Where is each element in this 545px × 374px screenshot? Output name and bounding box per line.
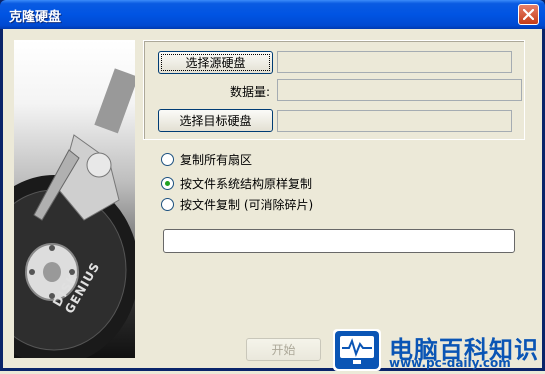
clone-disk-dialog: 克隆硬盘 DISK GENIUS 选择源硬盘 数据量: 选择目标硬盘 复制所有扇… [0, 0, 545, 371]
data-amount-label: 数据量: [230, 85, 271, 99]
close-icon [523, 9, 534, 20]
monitor-icon [333, 329, 381, 371]
data-amount-field [277, 79, 522, 101]
radio-button-selected[interactable] [161, 177, 174, 190]
disk-genius-image: DISK GENIUS [14, 40, 135, 358]
start-button-label: 开始 [271, 343, 296, 357]
option-copy-by-file[interactable]: 按文件复制 (可消除碎片) [161, 196, 313, 213]
select-target-disk-button[interactable]: 选择目标硬盘 [158, 109, 273, 132]
disk-selection-group: 选择源硬盘 数据量: 选择目标硬盘 [143, 40, 525, 140]
watermark: 电脑百科知识 www.pc-daily.com [333, 329, 542, 371]
title-bar[interactable]: 克隆硬盘 [0, 0, 545, 29]
radio-button[interactable] [161, 153, 174, 166]
option-label: 按文件复制 (可消除碎片) [180, 198, 314, 212]
select-target-disk-label: 选择目标硬盘 [179, 114, 252, 128]
radio-button[interactable] [161, 198, 174, 211]
dialog-body: DISK GENIUS 选择源硬盘 数据量: 选择目标硬盘 复制所有扇区 按文件… [3, 29, 542, 371]
close-button[interactable] [518, 4, 539, 25]
target-disk-field [277, 110, 512, 132]
source-disk-field [277, 51, 512, 73]
select-source-disk-label: 选择源硬盘 [185, 56, 246, 70]
option-copy-all-sectors[interactable]: 复制所有扇区 [161, 151, 252, 168]
option-copy-by-filesystem[interactable]: 按文件系统结构原样复制 [161, 175, 312, 192]
option-label: 按文件系统结构原样复制 [180, 177, 313, 191]
watermark-url: www.pc-daily.com [389, 356, 511, 370]
start-button[interactable]: 开始 [246, 338, 321, 361]
progress-bar [163, 229, 515, 253]
option-label: 复制所有扇区 [180, 153, 253, 167]
window-title: 克隆硬盘 [9, 10, 62, 25]
select-source-disk-button[interactable]: 选择源硬盘 [158, 51, 273, 74]
radio-selected-dot [165, 181, 170, 186]
